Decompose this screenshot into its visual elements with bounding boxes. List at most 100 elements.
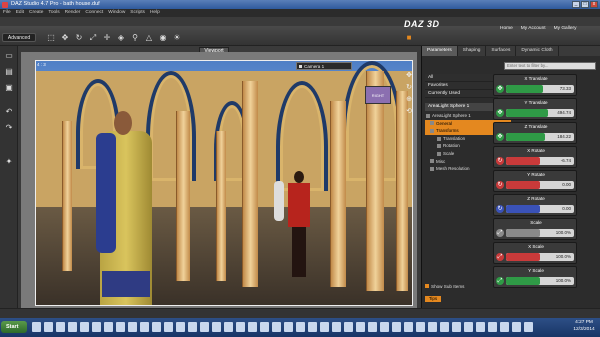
app-icon[interactable] — [392, 322, 401, 332]
app-icon[interactable] — [152, 322, 161, 332]
property-slider[interactable]: X Translate ✥ 73.33 — [493, 74, 577, 96]
advanced-tab[interactable]: Advanced — [2, 33, 36, 42]
app-icon[interactable] — [68, 322, 77, 332]
show-sub-items-checkbox[interactable]: Show Sub Items — [425, 284, 464, 289]
system-clock[interactable]: 4:27 PM 12/3/2014 — [570, 319, 598, 336]
maximize-button[interactable]: □ — [581, 1, 589, 8]
menu-help[interactable]: Help — [150, 9, 160, 17]
universal-icon[interactable]: ✛ — [102, 33, 112, 43]
menu-tools[interactable]: Tools — [48, 9, 59, 17]
select-icon[interactable]: ⬚ — [46, 33, 56, 43]
app-icon[interactable] — [212, 322, 221, 332]
app-icon[interactable] — [464, 322, 473, 332]
slider-track[interactable]: 100.0% — [506, 277, 574, 285]
app-icon[interactable] — [128, 322, 137, 332]
menu-create[interactable]: Create — [29, 9, 43, 17]
app-icon[interactable] — [368, 322, 377, 332]
roll-icon[interactable]: ⟲ — [405, 108, 413, 116]
zoom-icon[interactable]: ⊕ — [405, 96, 413, 104]
render-tool-icon[interactable]: ✦ — [3, 156, 15, 167]
slider-track[interactable]: 0.00 — [506, 181, 574, 189]
property-slider[interactable]: Scale ⤢ 100.0% — [493, 218, 577, 240]
app-icon[interactable] — [44, 322, 53, 332]
property-value[interactable]: 100.0% — [556, 254, 571, 259]
menu-render[interactable]: Render — [65, 9, 81, 17]
figure-red-tunic[interactable] — [286, 171, 312, 281]
redo-icon[interactable]: ↷ — [3, 122, 15, 133]
undo-icon[interactable]: ↶ — [3, 106, 15, 117]
app-icon[interactable] — [164, 322, 173, 332]
menu-file[interactable]: File — [3, 9, 11, 17]
node-icon[interactable]: ◈ — [116, 33, 126, 43]
property-slider[interactable]: Y Rotate ↻ 0.00 — [493, 170, 577, 192]
app-icon[interactable] — [308, 322, 317, 332]
move-icon[interactable]: ✥ — [60, 33, 70, 43]
property-slider[interactable]: X Rotate ↻ -6.74 — [493, 146, 577, 168]
app-icon[interactable] — [224, 322, 233, 332]
camera-icon[interactable]: ◉ — [158, 33, 168, 43]
new-icon[interactable]: ▭ — [3, 50, 15, 61]
app-icon[interactable] — [488, 322, 497, 332]
app-icon[interactable] — [56, 322, 65, 332]
minimize-button[interactable]: _ — [572, 1, 580, 8]
property-value[interactable]: 494.74 — [557, 110, 571, 115]
app-icon[interactable] — [380, 322, 389, 332]
app-icon[interactable] — [476, 322, 485, 332]
scene-render[interactable] — [35, 60, 413, 306]
app-icon[interactable] — [80, 322, 89, 332]
app-icon[interactable] — [260, 322, 269, 332]
app-icon[interactable] — [236, 322, 245, 332]
navigation-cube[interactable]: RIGHT — [365, 86, 391, 104]
filter-input[interactable]: Enter text to filter by... — [504, 62, 596, 70]
orbit-icon[interactable]: ↻ — [405, 84, 413, 92]
menu-connect[interactable]: Connect — [85, 9, 103, 17]
property-value[interactable]: 73.33 — [560, 86, 571, 91]
app-icon[interactable] — [332, 322, 341, 332]
home-link[interactable]: Home — [500, 26, 513, 31]
tips-button[interactable]: Tips — [425, 296, 441, 302]
start-button[interactable]: Start — [1, 321, 27, 333]
app-icon[interactable] — [500, 322, 509, 332]
slider-track[interactable]: 100.0% — [506, 253, 574, 261]
app-icon[interactable] — [440, 322, 449, 332]
category-favorites[interactable]: Favorites — [425, 82, 498, 90]
app-icon[interactable] — [104, 322, 113, 332]
app-icon[interactable] — [452, 322, 461, 332]
rotate-icon[interactable]: ↻ — [74, 33, 84, 43]
property-value[interactable]: 0.00 — [562, 182, 571, 187]
joint-icon[interactable]: ⚲ — [130, 33, 140, 43]
app-icon[interactable] — [356, 322, 365, 332]
app-icon[interactable] — [512, 322, 521, 332]
property-value[interactable]: -6.74 — [561, 158, 571, 163]
app-icon[interactable] — [320, 322, 329, 332]
app-icon[interactable] — [284, 322, 293, 332]
property-slider[interactable]: X Scale ⤢ 100.0% — [493, 242, 577, 264]
property-value[interactable]: 100.0% — [556, 278, 571, 283]
slider-track[interactable]: 0.00 — [506, 205, 574, 213]
save-icon[interactable]: ▣ — [3, 82, 15, 93]
slider-track[interactable]: 100.0% — [506, 229, 574, 237]
app-icon[interactable] — [272, 322, 281, 332]
slider-track[interactable]: -6.74 — [506, 157, 574, 165]
my-account-link[interactable]: My Account — [521, 26, 546, 31]
menu-edit[interactable]: Edit — [16, 9, 24, 17]
property-slider[interactable]: Z Rotate ↻ 0.00 — [493, 194, 577, 216]
slider-track[interactable]: 184.22 — [506, 133, 574, 141]
property-value[interactable]: 0.00 — [562, 206, 571, 211]
category-currently-used[interactable]: Currently Used — [425, 90, 498, 98]
app-icon[interactable] — [176, 322, 185, 332]
scale-icon[interactable]: ⤢ — [88, 33, 98, 43]
app-icon[interactable] — [524, 322, 533, 332]
app-icon[interactable] — [188, 322, 197, 332]
app-icon[interactable] — [140, 322, 149, 332]
menu-window[interactable]: Window — [108, 9, 125, 17]
property-slider[interactable]: Y Scale ⤢ 100.0% — [493, 266, 577, 288]
app-icon[interactable] — [248, 322, 257, 332]
tab-parameters[interactable]: Parameters — [422, 46, 458, 56]
pan-icon[interactable]: ✥ — [405, 72, 413, 80]
slider-track[interactable]: 73.33 — [506, 85, 574, 93]
render-icon[interactable]: ■ — [404, 33, 414, 43]
app-icon[interactable] — [32, 322, 41, 332]
menu-scripts[interactable]: Scripts — [130, 9, 145, 17]
property-slider[interactable]: Z Translate ✥ 184.22 — [493, 122, 577, 144]
